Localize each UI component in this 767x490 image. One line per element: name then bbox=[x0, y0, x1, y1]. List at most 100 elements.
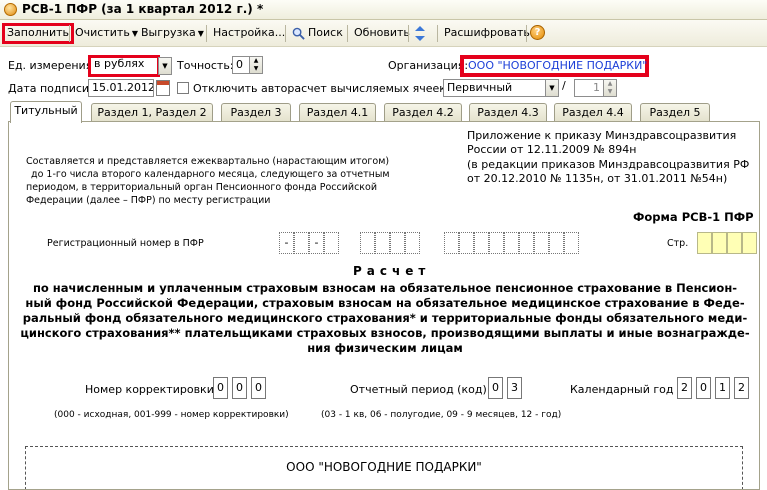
toolbar-separator bbox=[526, 25, 527, 42]
correction-number-input[interactable]: 1 bbox=[574, 79, 604, 97]
annex-line-2: России от 12.11.2009 № 894н bbox=[467, 143, 637, 156]
correction-note: (000 - исходная, 001-999 - номер коррект… bbox=[54, 410, 289, 420]
reg-cell[interactable] bbox=[444, 232, 459, 254]
heading-line-3: ральный фонд обязательного медицинского … bbox=[22, 311, 748, 325]
precision-stepper[interactable]: ▲ ▼ bbox=[249, 56, 263, 74]
correction-digit[interactable]: 0 bbox=[232, 377, 247, 399]
page-label: Стр. bbox=[667, 238, 689, 249]
stepper-up-icon: ▲ bbox=[253, 57, 259, 64]
page-number-cell[interactable] bbox=[712, 232, 727, 254]
intro-line-4: Федерации (далее – ПФР) по месту регистр… bbox=[26, 195, 271, 206]
updown-arrows-icon bbox=[415, 25, 425, 41]
org-select[interactable]: ООО "НОВОГОДНИЕ ПОДАРКИ" bbox=[460, 55, 649, 77]
reg-cell[interactable] bbox=[549, 232, 564, 254]
form-title: Форма РСВ-1 ПФР bbox=[633, 210, 754, 224]
autocalc-checkbox[interactable] bbox=[177, 82, 189, 94]
correction-digit[interactable]: 0 bbox=[213, 377, 228, 399]
tab-section-5[interactable]: Раздел 5 bbox=[640, 103, 710, 122]
org-name-text: ООО "НОВОГОДНИЕ ПОДАРКИ" bbox=[286, 460, 482, 474]
toolbar-separator bbox=[285, 25, 286, 42]
sign-date-input[interactable]: 15.01.2012 bbox=[88, 79, 154, 97]
toolbar-separator bbox=[347, 25, 348, 42]
reg-cell[interactable] bbox=[294, 232, 309, 254]
period-note: (03 - 1 кв, 06 - полугодие, 09 - 9 месяц… bbox=[321, 410, 562, 420]
correction-digit[interactable]: 0 bbox=[251, 377, 266, 399]
heading-line-2: ный фонд Российской Федерации, страховым… bbox=[25, 296, 745, 310]
period-digit[interactable]: 0 bbox=[488, 377, 503, 399]
reg-cell[interactable] bbox=[504, 232, 519, 254]
reg-cell[interactable] bbox=[564, 232, 579, 254]
year-digit[interactable]: 2 bbox=[734, 377, 749, 399]
page-number-cell[interactable] bbox=[727, 232, 742, 254]
settings-button[interactable]: Настройка... bbox=[209, 24, 289, 43]
tab-section-4-3[interactable]: Раздел 4.3 bbox=[469, 103, 547, 122]
calendar-icon[interactable] bbox=[156, 80, 170, 96]
refresh-button[interactable]: Обновить bbox=[350, 24, 414, 43]
unit-select[interactable]: в рублях bbox=[88, 55, 160, 77]
tab-section-3[interactable]: Раздел 3 bbox=[221, 103, 291, 122]
intro-line-2: до 1-го числа второго календарного месяц… bbox=[31, 169, 390, 180]
toolbar-separator bbox=[437, 25, 438, 42]
reg-cell[interactable]: - bbox=[279, 232, 294, 254]
upload-label: Выгрузка bbox=[141, 26, 196, 39]
stepper-down-icon: ▼ bbox=[253, 65, 259, 72]
report-kind-dropdown-button[interactable]: ▼ bbox=[545, 79, 559, 97]
unit-dropdown-button[interactable]: ▼ bbox=[158, 57, 172, 75]
page-number-cell[interactable] bbox=[697, 232, 712, 254]
annex-line-1: Приложение к приказу Минздравсоцразвития bbox=[467, 129, 737, 142]
stepper-down-icon: ▼ bbox=[607, 88, 613, 95]
precision-input[interactable]: 0 bbox=[232, 56, 250, 74]
tab-section-1-2[interactable]: Раздел 1, Раздел 2 bbox=[91, 103, 213, 122]
toolbar-separator bbox=[408, 25, 409, 42]
reg-cell[interactable] bbox=[324, 232, 339, 254]
year-digit[interactable]: 2 bbox=[677, 377, 692, 399]
heading-line-4: цинского страхования** плательщиками стр… bbox=[20, 326, 750, 340]
search-label: Поиск bbox=[308, 26, 343, 39]
search-button[interactable]: Поиск bbox=[288, 24, 347, 43]
reg-cell[interactable] bbox=[489, 232, 504, 254]
reg-cell[interactable]: - bbox=[309, 232, 324, 254]
sign-date-label: Дата подписи: bbox=[8, 82, 93, 95]
tab-section-4-1[interactable]: Раздел 4.1 bbox=[299, 103, 376, 122]
window-title: РСВ-1 ПФР (за 1 квартал 2012 г.) * bbox=[22, 2, 264, 16]
tab-titulny[interactable]: Титульный bbox=[10, 101, 82, 123]
report-kind-select[interactable]: Первичный bbox=[443, 79, 546, 97]
reg-cell[interactable] bbox=[474, 232, 489, 254]
period-digit[interactable]: 3 bbox=[507, 377, 522, 399]
page-number-cell[interactable] bbox=[742, 232, 757, 254]
autocalc-label: Отключить авторасчет вычисляемых ячеек bbox=[193, 82, 446, 95]
fill-button[interactable]: Заполнить bbox=[2, 23, 74, 44]
intro-line-1: Составляется и представляется ежеквартал… bbox=[26, 156, 390, 167]
reg-cell[interactable] bbox=[390, 232, 405, 254]
period-label: Отчетный период (код) bbox=[350, 383, 487, 396]
reg-cell[interactable] bbox=[375, 232, 390, 254]
tab-section-4-4[interactable]: Раздел 4.4 bbox=[554, 103, 632, 122]
annex-line-4: от 20.12.2010 № 1135н, от 31.01.2011 №54… bbox=[467, 172, 728, 185]
org-name-field[interactable]: ООО "НОВОГОДНИЕ ПОДАРКИ" bbox=[25, 446, 743, 489]
help-button[interactable]: ? bbox=[530, 25, 545, 44]
heading-line-1: по начисленным и уплаченным страховым вз… bbox=[32, 281, 738, 295]
decode-button[interactable]: Расшифровать bbox=[440, 24, 534, 43]
reg-cell[interactable] bbox=[534, 232, 549, 254]
reg-cell[interactable] bbox=[519, 232, 534, 254]
clear-label: Очистить bbox=[75, 26, 130, 39]
correction-stepper[interactable]: ▲ ▼ bbox=[603, 79, 617, 97]
year-label: Календарный год bbox=[570, 383, 674, 396]
year-digit[interactable]: 0 bbox=[696, 377, 711, 399]
search-icon bbox=[292, 27, 305, 40]
clear-button[interactable]: Очистить ▼ bbox=[71, 24, 142, 43]
reg-cell[interactable] bbox=[459, 232, 474, 254]
upload-button[interactable]: Выгрузка ▼ bbox=[137, 24, 208, 43]
tab-section-4-2[interactable]: Раздел 4.2 bbox=[384, 103, 462, 122]
reg-cell[interactable] bbox=[360, 232, 375, 254]
year-digit[interactable]: 1 bbox=[715, 377, 730, 399]
move-updown-button[interactable] bbox=[412, 24, 428, 43]
dropdown-arrow-icon: ▼ bbox=[197, 29, 204, 38]
reg-cell[interactable] bbox=[405, 232, 420, 254]
toolbar-separator bbox=[206, 25, 207, 42]
unit-label: Ед. измерения: bbox=[8, 59, 97, 72]
intro-line-3: периодом, в территориальный орган Пенсио… bbox=[26, 182, 378, 193]
stepper-up-icon: ▲ bbox=[607, 80, 613, 87]
toolbar: Заполнить Очистить ▼ Выгрузка ▼ Настройка.… bbox=[0, 20, 767, 47]
raschet-title: Расчет bbox=[353, 264, 431, 278]
